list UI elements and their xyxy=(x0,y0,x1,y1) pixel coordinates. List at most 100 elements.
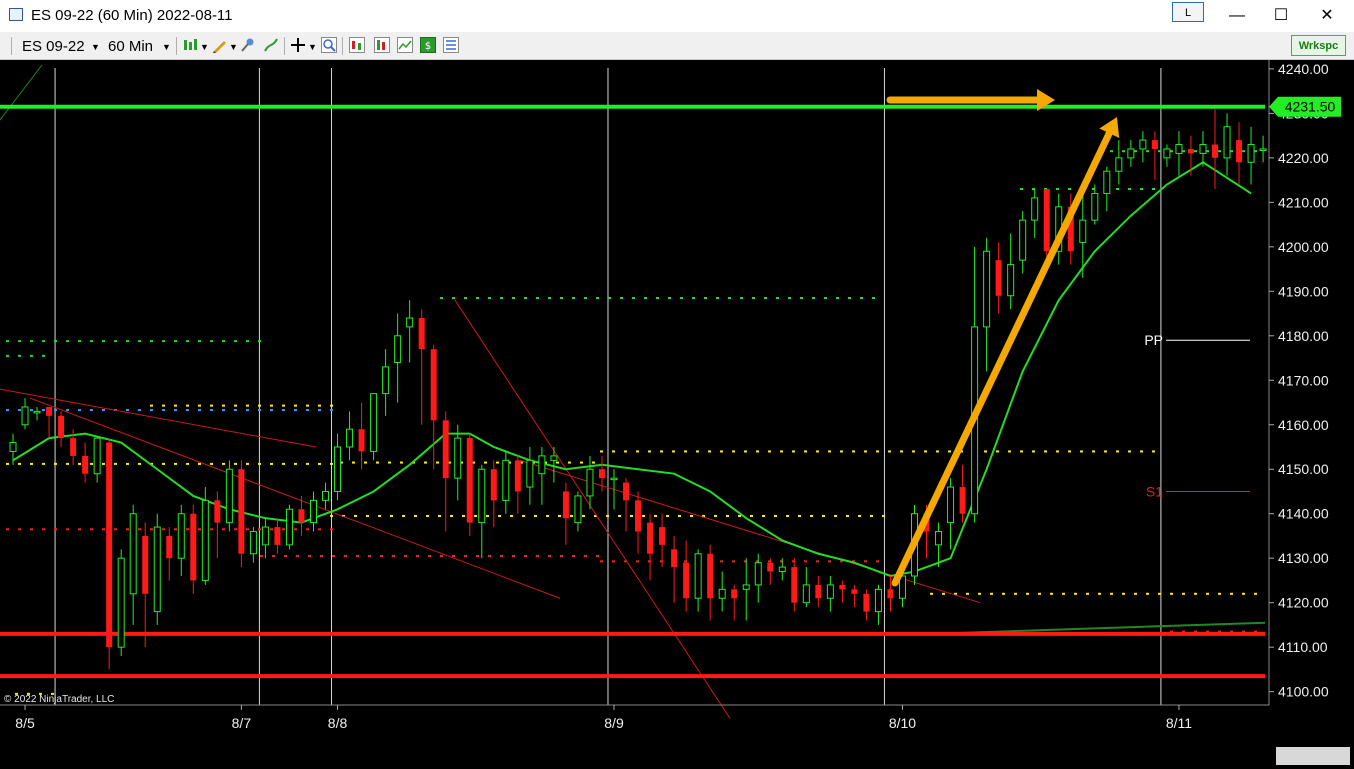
pivot-dot xyxy=(624,450,627,453)
window-title: ES 09-22 (60 Min) 2022-08-11 xyxy=(31,7,233,24)
pivot-dot xyxy=(584,554,587,557)
pivot-dot xyxy=(1134,150,1137,153)
pivot-dot xyxy=(948,450,951,453)
pivot-dot xyxy=(282,528,285,531)
pivot-dot xyxy=(488,554,491,557)
price-axis[interactable]: 4240.004230.004220.004210.004200.004190.… xyxy=(1269,61,1329,700)
pivot-dot xyxy=(150,340,153,343)
candle-body xyxy=(754,562,762,586)
crosshair-icon[interactable] xyxy=(290,37,306,53)
candle-body xyxy=(46,406,53,416)
indicators-icon[interactable] xyxy=(374,37,390,53)
price-tick-label: 4240.00 xyxy=(1278,61,1329,77)
pivot-dot xyxy=(78,462,81,465)
zoom-icon[interactable] xyxy=(321,37,337,53)
chart-app-icon xyxy=(9,8,23,21)
pivot-dot xyxy=(876,560,879,563)
properties-icon[interactable] xyxy=(443,37,459,53)
pivot-dot xyxy=(42,340,45,343)
horizontal-scrollbar-thumb[interactable] xyxy=(1276,747,1350,765)
pivot-dot xyxy=(792,450,795,453)
pivot-dot xyxy=(390,514,393,517)
pivot-dot xyxy=(246,528,249,531)
minimize-button[interactable]: — xyxy=(1214,0,1260,32)
pivot-dot xyxy=(78,340,81,343)
interval-selector[interactable]: 60 Min xyxy=(108,38,153,55)
pivot-dot xyxy=(66,409,69,412)
pivot-dot xyxy=(198,340,201,343)
candle-body xyxy=(1115,157,1123,172)
pin-icon[interactable] xyxy=(240,37,256,53)
pivot-dot xyxy=(1080,450,1083,453)
drawing-tool-icon[interactable] xyxy=(212,37,228,53)
pivot-dot xyxy=(1062,592,1065,595)
pivot-dot xyxy=(840,450,843,453)
candle-body xyxy=(635,500,642,532)
chart-trader-icon[interactable]: $ xyxy=(420,37,436,53)
pivot-dot xyxy=(834,514,837,517)
pivot-dot xyxy=(592,461,595,464)
pivot-dot xyxy=(400,461,403,464)
candle-body xyxy=(190,513,197,581)
price-tick-label: 4220.00 xyxy=(1278,150,1329,166)
bar-type-dropdown-icon[interactable]: ▼ xyxy=(200,42,209,52)
bar-type-icon[interactable] xyxy=(182,37,198,53)
pivot-dot xyxy=(260,554,263,557)
pivot-dot xyxy=(1122,592,1125,595)
pivot-dot xyxy=(174,404,177,407)
snap-icon[interactable] xyxy=(263,37,279,53)
maximize-button[interactable]: ☐ xyxy=(1258,0,1304,32)
candle-body xyxy=(574,495,582,524)
pivot-dot xyxy=(114,528,117,531)
pivot-dot xyxy=(356,554,359,557)
drawing-dropdown-icon[interactable]: ▼ xyxy=(229,42,238,52)
link-button[interactable]: L xyxy=(1172,2,1204,22)
pivot-dot xyxy=(810,514,813,517)
price-tick-label: 4180.00 xyxy=(1278,328,1329,344)
chart-background xyxy=(0,60,1354,745)
workspace-button[interactable]: Wrkspc xyxy=(1291,35,1346,56)
candle-body xyxy=(1259,148,1267,151)
pivot-dot xyxy=(450,514,453,517)
pivot-dot xyxy=(364,461,367,464)
pivot-dot xyxy=(436,461,439,464)
pivot-dot xyxy=(1218,592,1221,595)
pivot-dot xyxy=(150,404,153,407)
close-button[interactable]: ✕ xyxy=(1304,0,1350,32)
pivot-dot xyxy=(66,340,69,343)
pivot-dot xyxy=(858,514,861,517)
data-series-icon[interactable] xyxy=(349,37,365,53)
pivot-dot xyxy=(18,340,21,343)
pivot-dot xyxy=(42,354,45,357)
pivot-dot xyxy=(606,514,609,517)
instrument-selector[interactable]: ES 09-22 xyxy=(22,38,85,55)
pivot-dot xyxy=(1044,450,1047,453)
pivot-dot xyxy=(246,340,249,343)
pivot-dot xyxy=(510,514,513,517)
pivot-dot xyxy=(54,409,57,412)
crosshair-dropdown-icon[interactable]: ▼ xyxy=(308,42,317,52)
candle-body xyxy=(1019,219,1027,261)
pivot-dot xyxy=(978,592,981,595)
pivot-dot xyxy=(198,528,201,531)
pivot-dot xyxy=(848,296,851,299)
pivot-dot xyxy=(684,450,687,453)
pivot-dot xyxy=(306,404,309,407)
pivot-dot xyxy=(556,461,559,464)
pivot-dot xyxy=(1056,188,1059,190)
pivot-dot xyxy=(138,340,141,343)
candle-body xyxy=(707,553,714,599)
pivot-dot xyxy=(1110,592,1113,595)
pivot-dot xyxy=(990,592,993,595)
strategies-icon[interactable] xyxy=(397,37,413,53)
instrument-dropdown-icon[interactable]: ▼ xyxy=(91,42,100,52)
pivot-dot xyxy=(828,560,831,563)
pivot-dot xyxy=(1140,188,1143,190)
pivot-dot xyxy=(330,514,333,517)
pivot-dot xyxy=(852,450,855,453)
pivot-dot xyxy=(1122,150,1125,153)
candle-body xyxy=(742,584,750,590)
price-chart[interactable]: 4240.004230.004220.004210.004200.004190.… xyxy=(0,60,1354,745)
pivot-dot xyxy=(720,560,723,563)
interval-dropdown-icon[interactable]: ▼ xyxy=(162,42,171,52)
